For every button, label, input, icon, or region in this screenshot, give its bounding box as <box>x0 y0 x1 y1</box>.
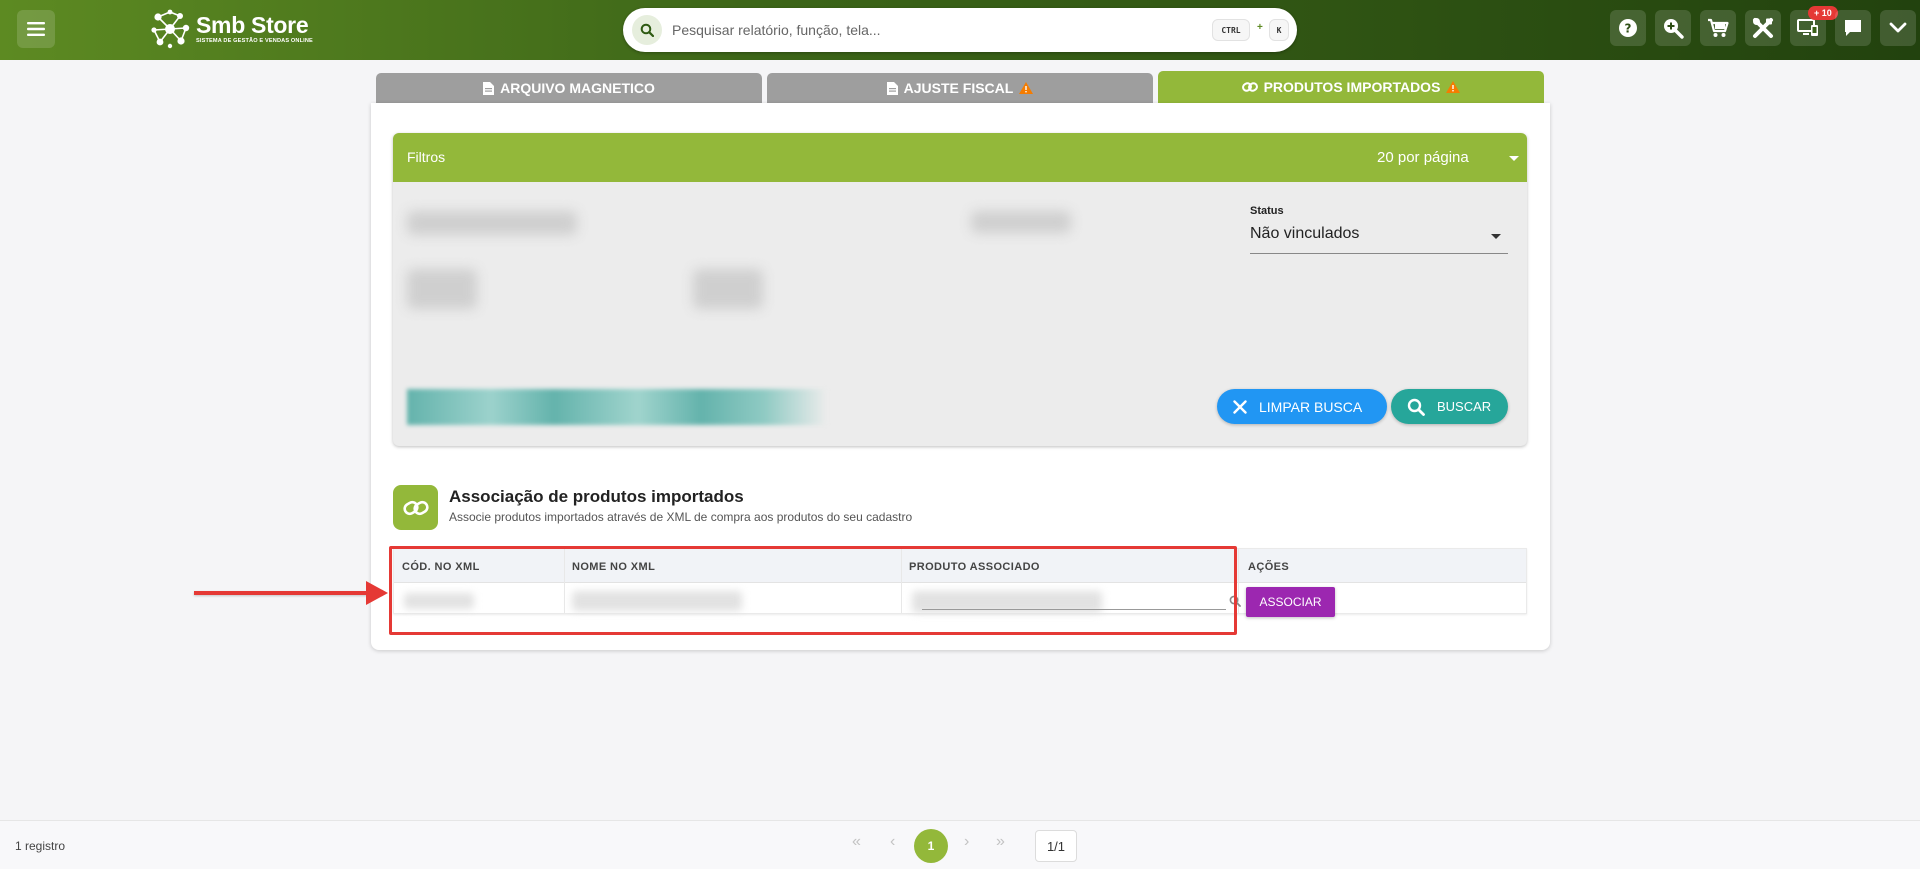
filters-panel: Filtros 20 por página Status Não vincula… <box>393 133 1527 446</box>
link-icon <box>402 500 429 515</box>
network-logo-icon <box>151 9 190 49</box>
redacted-filter-field <box>407 269 477 309</box>
redacted-filter-field <box>971 211 1071 233</box>
warning-icon <box>1019 82 1034 94</box>
search-input[interactable] <box>672 22 1212 38</box>
column-header-acoes: AÇÕES <box>1248 561 1290 573</box>
cart-button[interactable] <box>1700 10 1736 46</box>
top-header: Smb Store SISTEMA DE GESTÃO E VENDAS ONL… <box>0 0 1920 60</box>
hamburger-icon <box>27 22 45 36</box>
link-icon <box>1241 82 1258 92</box>
filters-header[interactable]: Filtros 20 por página <box>393 133 1527 182</box>
pagination-footer: 1 registro « ‹ 1 › » 1/1 <box>0 820 1920 869</box>
chat-icon <box>1845 20 1861 36</box>
tab-ajuste-fiscal[interactable]: AJUSTE FISCAL <box>767 73 1153 103</box>
help-button[interactable]: ? <box>1610 10 1646 46</box>
shortcut-ctrl-key: CTRL <box>1212 19 1250 41</box>
arrow-annotation <box>194 591 370 595</box>
notification-badge: + 10 <box>1808 6 1838 20</box>
brand-logo[interactable]: Smb Store SISTEMA DE GESTÃO E VENDAS ONL… <box>148 8 313 50</box>
monitor-icon <box>1797 19 1818 36</box>
section-icon <box>393 485 438 530</box>
last-page-icon[interactable]: » <box>996 833 1005 851</box>
prev-page-icon[interactable]: ‹ <box>890 833 895 851</box>
shortcut-plus: + <box>1257 22 1263 33</box>
logo-subtitle: SISTEMA DE GESTÃO E VENDAS ONLINE <box>196 38 313 44</box>
redacted-filter-field <box>693 269 763 309</box>
document-icon <box>886 81 898 95</box>
status-underline <box>1250 253 1508 254</box>
status-label: Status <box>1250 205 1284 217</box>
tools-icon <box>1753 18 1773 38</box>
search-icon <box>1407 398 1425 416</box>
section-subtitle: Associe produtos importados através de X… <box>449 510 913 524</box>
search-button[interactable]: BUSCAR <box>1391 389 1508 424</box>
search-icon <box>632 15 662 45</box>
logo-title: Smb Store <box>196 12 309 38</box>
tab-label: AJUSTE FISCAL <box>903 80 1014 96</box>
associate-button[interactable]: ASSOCIAR <box>1246 587 1335 617</box>
zoom-button[interactable] <box>1655 10 1691 46</box>
svg-text:?: ? <box>1625 22 1632 36</box>
shortcut-k-key: K <box>1269 19 1289 41</box>
expand-menu-button[interactable] <box>1880 10 1916 46</box>
redacted-teal-field <box>407 389 827 425</box>
menu-button[interactable] <box>17 10 55 48</box>
tab-produtos-importados[interactable]: PRODUTOS IMPORTADOS <box>1158 71 1544 103</box>
close-icon <box>1233 399 1247 414</box>
chevron-down-icon <box>1889 22 1907 33</box>
page-current[interactable]: 1 <box>914 829 948 863</box>
global-search[interactable]: CTRL + K <box>623 8 1297 52</box>
tab-arquivo-magnetico[interactable]: ARQUIVO MAGNETICO <box>376 73 762 103</box>
tab-label: ARQUIVO MAGNETICO <box>500 80 655 96</box>
help-icon: ? <box>1619 19 1637 37</box>
zoom-in-icon <box>1664 19 1684 39</box>
highlight-box-annotation <box>389 546 1237 635</box>
filters-title: Filtros <box>407 149 446 165</box>
page-total[interactable]: 1/1 <box>1035 830 1077 862</box>
search-button-label: BUSCAR <box>1437 399 1492 414</box>
section-title: Associação de produtos importados <box>449 487 744 506</box>
arrow-head-annotation <box>366 581 388 605</box>
chat-button[interactable] <box>1835 10 1871 46</box>
caret-down-icon[interactable] <box>1509 156 1519 161</box>
warning-icon <box>1446 81 1461 93</box>
records-count: 1 registro <box>15 839 66 853</box>
next-page-icon[interactable]: › <box>964 833 969 851</box>
cart-icon <box>1708 18 1729 37</box>
status-select[interactable]: Não vinculados <box>1250 225 1359 243</box>
per-page-select[interactable]: 20 por página <box>1377 149 1469 166</box>
tab-label: PRODUTOS IMPORTADOS <box>1263 79 1441 95</box>
clear-search-label: LIMPAR BUSCA <box>1259 398 1363 415</box>
tools-button[interactable] <box>1745 10 1781 46</box>
redacted-filter-field <box>407 211 577 235</box>
first-page-icon[interactable]: « <box>852 833 861 851</box>
clear-search-button[interactable]: LIMPAR BUSCA <box>1217 389 1387 424</box>
caret-down-icon[interactable] <box>1491 234 1501 239</box>
document-icon <box>483 81 495 95</box>
